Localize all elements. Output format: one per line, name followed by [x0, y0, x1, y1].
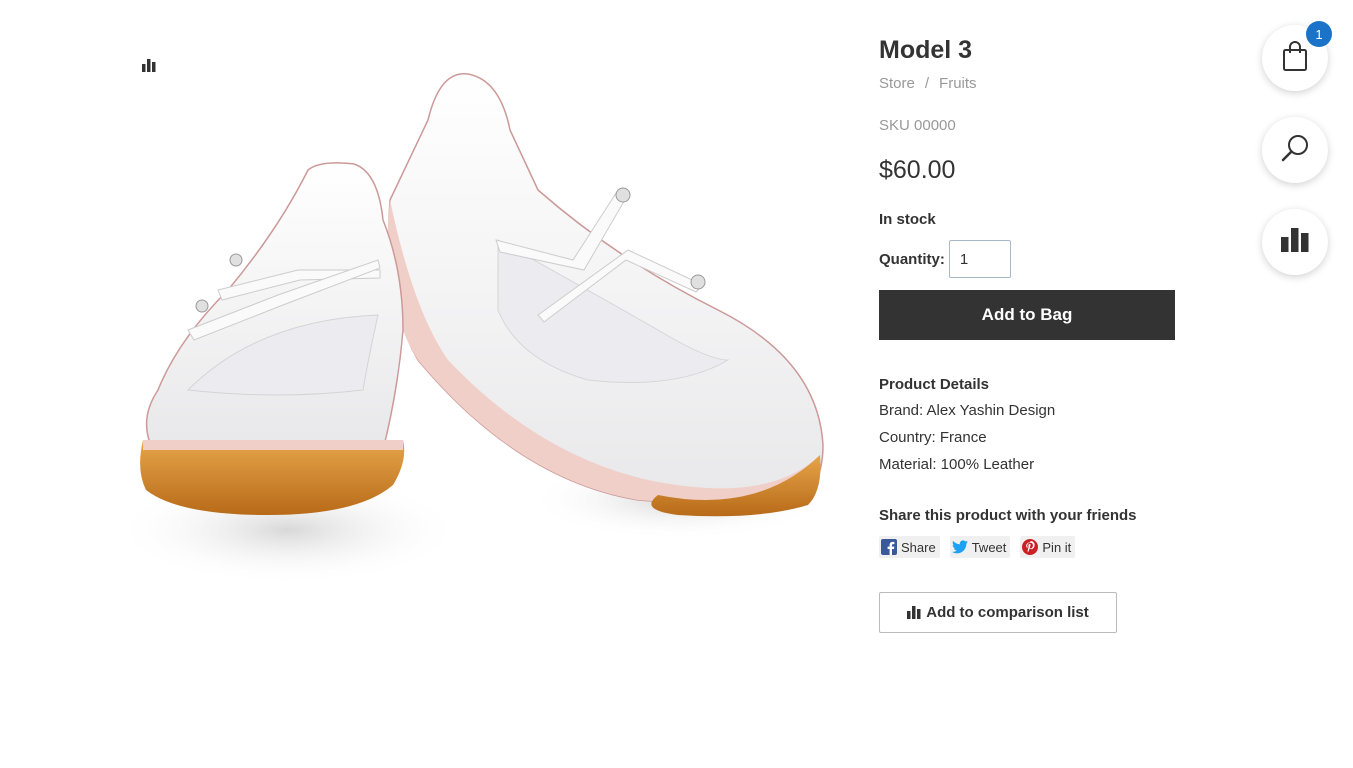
pinterest-pin-label: Pin it — [1042, 539, 1072, 555]
breadcrumb: Store / Fruits — [879, 75, 977, 92]
add-to-bag-button[interactable]: Add to Bag — [879, 290, 1175, 340]
breadcrumb-fruits[interactable]: Fruits — [939, 75, 977, 92]
detail-brand: Brand: Alex Yashin Design — [879, 402, 1056, 419]
sku: SKU 00000 — [879, 117, 956, 134]
product-info: Model 3 Store / Fruits SKU 00000 $60.00 In… — [879, 34, 1179, 633]
add-to-comparison-label: Add to comparison list — [926, 604, 1089, 621]
pinterest-pin-button[interactable]: Pin it — [1020, 536, 1076, 558]
share-heading: Share this product with your friends — [879, 507, 1137, 524]
price: $60.00 — [879, 156, 956, 184]
facebook-share-button[interactable]: Share — [879, 536, 940, 558]
quantity-row: Quantity: — [879, 240, 1011, 278]
twitter-icon — [951, 539, 968, 555]
facebook-share-label: Share — [901, 539, 936, 555]
add-to-comparison-button[interactable]: Add to comparison list — [879, 592, 1117, 633]
detail-country: Country: France — [879, 429, 987, 446]
quantity-input[interactable] — [948, 240, 1011, 278]
product-title: Model 3 — [879, 36, 973, 64]
quantity-label: Quantity: — [879, 250, 945, 268]
product-details-heading: Product Details — [879, 376, 990, 393]
detail-material: Material: 100% Leather — [879, 456, 1035, 473]
twitter-tweet-label: Tweet — [971, 539, 1007, 555]
twitter-tweet-button[interactable]: Tweet — [949, 536, 1011, 558]
stock-status: In stock — [879, 211, 936, 228]
product-image — [113, 60, 848, 600]
search-icon — [1280, 133, 1310, 168]
search-button[interactable] — [1262, 117, 1328, 183]
comparison-list-button[interactable] — [1262, 209, 1328, 275]
compare-icon — [907, 606, 921, 619]
shopping-bag-icon — [1282, 40, 1308, 76]
breadcrumb-store[interactable]: Store — [879, 75, 915, 92]
share-buttons: Share Tweet Pin it — [879, 536, 1076, 558]
breadcrumb-separator: / — [924, 75, 930, 92]
pinterest-icon — [1022, 539, 1039, 555]
cart-count-badge: 1 — [1306, 21, 1332, 47]
compare-icon — [1281, 227, 1309, 257]
facebook-icon — [881, 539, 897, 555]
